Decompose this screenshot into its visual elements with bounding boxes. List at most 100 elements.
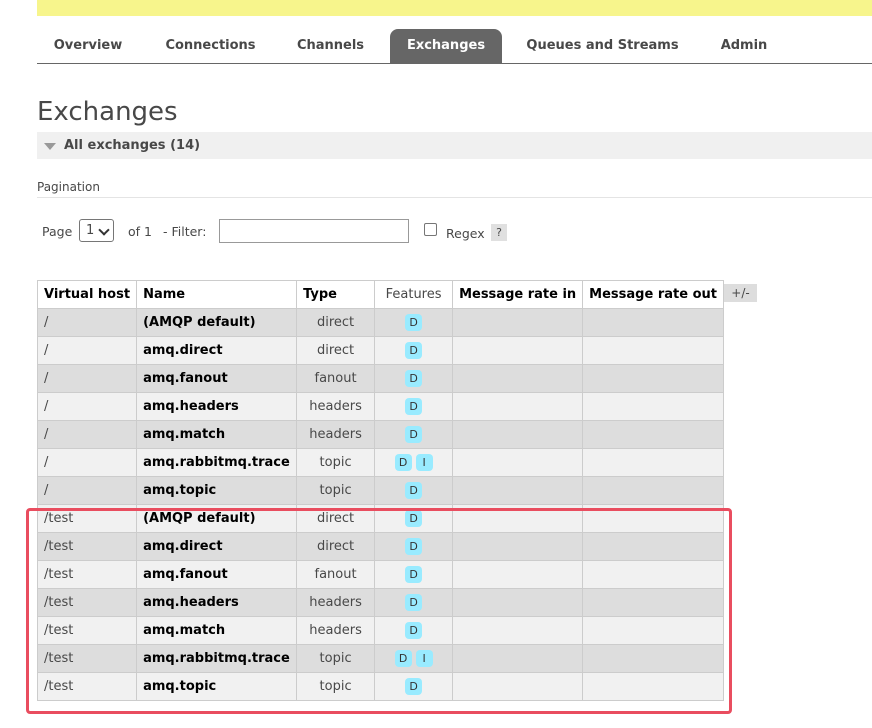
table-row: / amq.rabbitmq.trace topic D I <box>36 448 724 477</box>
tab-exchanges[interactable]: Exchanges <box>390 29 502 63</box>
cell-features: D <box>374 560 454 589</box>
cell-message-rate-in <box>452 588 584 617</box>
cell-virtual-host: / <box>36 336 138 365</box>
col-name[interactable]: Name <box>136 280 298 309</box>
durable-badge: D <box>394 650 412 667</box>
cell-features: D <box>374 588 454 617</box>
cell-features: D <box>374 308 454 337</box>
cell-features: D <box>374 336 454 365</box>
cell-message-rate-out <box>582 532 724 561</box>
cell-type: headers <box>296 420 376 449</box>
all-exchanges-toggle[interactable]: All exchanges (14) <box>37 132 872 159</box>
tab-overview[interactable]: Overview <box>43 29 133 63</box>
cell-type: headers <box>296 616 376 645</box>
cell-exchange-name-link[interactable]: amq.rabbitmq.trace <box>136 644 298 673</box>
col-message-rate-out[interactable]: Message rate out <box>582 280 724 309</box>
durable-badge: D <box>405 342 423 359</box>
regex-label: Regex <box>446 226 485 241</box>
durable-badge: D <box>405 398 423 415</box>
cell-exchange-name-link[interactable]: amq.fanout <box>136 560 298 589</box>
cell-features: D <box>374 476 454 505</box>
durable-badge: D <box>405 566 423 583</box>
cell-message-rate-out <box>582 588 724 617</box>
table-row: / amq.topic topic D <box>36 476 724 505</box>
cell-exchange-name-link[interactable]: (AMQP default) <box>136 504 298 533</box>
cell-exchange-name-link[interactable]: amq.headers <box>136 588 298 617</box>
cell-features: D <box>374 364 454 393</box>
cell-message-rate-out <box>582 364 724 393</box>
table-row: /test amq.rabbitmq.trace topic D I <box>36 644 724 673</box>
page-select[interactable]: 1 <box>79 219 114 242</box>
durable-badge: D <box>405 622 423 639</box>
cell-message-rate-in <box>452 476 584 505</box>
cell-virtual-host: / <box>36 476 138 505</box>
cell-features: DI <box>374 448 454 477</box>
chevron-down-icon <box>98 224 110 236</box>
cell-message-rate-in <box>452 532 584 561</box>
cell-type: fanout <box>296 364 376 393</box>
column-toggle-button[interactable]: +/- <box>724 284 757 302</box>
col-virtual-host[interactable]: Virtual host <box>36 280 138 309</box>
regex-help-button[interactable]: ? <box>491 224 507 241</box>
table-row: / amq.direct direct D <box>36 336 724 365</box>
cell-exchange-name-link[interactable]: amq.topic <box>136 476 298 505</box>
cell-virtual-host: /test <box>36 644 138 673</box>
cell-message-rate-out <box>582 644 724 673</box>
table-row: /test amq.topic topic D <box>36 672 724 701</box>
cell-type: direct <box>296 504 376 533</box>
cell-exchange-name-link[interactable]: amq.direct <box>136 336 298 365</box>
cell-virtual-host: / <box>36 448 138 477</box>
durable-badge: D <box>405 538 423 555</box>
durable-badge: D <box>394 454 412 471</box>
tab-queues-and-streams[interactable]: Queues and Streams <box>515 29 690 63</box>
table-row: /test amq.headers headers D <box>36 588 724 617</box>
cell-message-rate-in <box>452 420 584 449</box>
cell-message-rate-in <box>452 560 584 589</box>
cell-message-rate-out <box>582 448 724 477</box>
cell-type: topic <box>296 448 376 477</box>
cell-exchange-name-link[interactable]: amq.topic <box>136 672 298 701</box>
table-header-row: Virtual host Name Type Features Message … <box>36 280 724 309</box>
cell-exchange-name-link[interactable]: amq.rabbitmq.trace <box>136 448 298 477</box>
table-row: /test (AMQP default) direct D <box>36 504 724 533</box>
cell-message-rate-in <box>452 672 584 701</box>
durable-badge: D <box>405 678 423 695</box>
cell-features: DI <box>374 644 454 673</box>
cell-message-rate-out <box>582 672 724 701</box>
cell-virtual-host: /test <box>36 532 138 561</box>
cell-type: topic <box>296 672 376 701</box>
cell-exchange-name-link[interactable]: amq.fanout <box>136 364 298 393</box>
col-type[interactable]: Type <box>296 280 376 309</box>
cell-exchange-name-link[interactable]: amq.direct <box>136 532 298 561</box>
cell-exchange-name-link[interactable]: amq.match <box>136 616 298 645</box>
table-row: /test amq.match headers D <box>36 616 724 645</box>
tab-connections[interactable]: Connections <box>150 29 271 63</box>
cell-type: topic <box>296 644 376 673</box>
tab-admin[interactable]: Admin <box>704 29 784 63</box>
regex-checkbox[interactable] <box>424 223 437 236</box>
col-message-rate-in[interactable]: Message rate in <box>452 280 584 309</box>
divider <box>37 197 872 198</box>
cell-message-rate-in <box>452 364 584 393</box>
durable-badge: D <box>405 482 423 499</box>
filter-label: - Filter: <box>163 224 207 239</box>
cell-virtual-host: / <box>36 420 138 449</box>
cell-message-rate-out <box>582 560 724 589</box>
page-count-label: of 1 <box>128 224 152 239</box>
cell-exchange-name-link[interactable]: (AMQP default) <box>136 308 298 337</box>
cell-virtual-host: /test <box>36 616 138 645</box>
cell-exchange-name-link[interactable]: amq.match <box>136 420 298 449</box>
tab-channels[interactable]: Channels <box>283 29 378 63</box>
cell-type: direct <box>296 532 376 561</box>
cell-message-rate-out <box>582 420 724 449</box>
cell-message-rate-out <box>582 392 724 421</box>
table-row: / amq.fanout fanout D <box>36 364 724 393</box>
cell-virtual-host: /test <box>36 672 138 701</box>
exchanges-table: Virtual host Name Type Features Message … <box>36 280 724 701</box>
table-body: / (AMQP default) direct D / amq.direct direct D… <box>36 308 724 701</box>
cell-virtual-host: /test <box>36 560 138 589</box>
durable-badge: D <box>405 594 423 611</box>
cell-exchange-name-link[interactable]: amq.headers <box>136 392 298 421</box>
cell-virtual-host: /test <box>36 504 138 533</box>
filter-input[interactable] <box>219 219 409 243</box>
